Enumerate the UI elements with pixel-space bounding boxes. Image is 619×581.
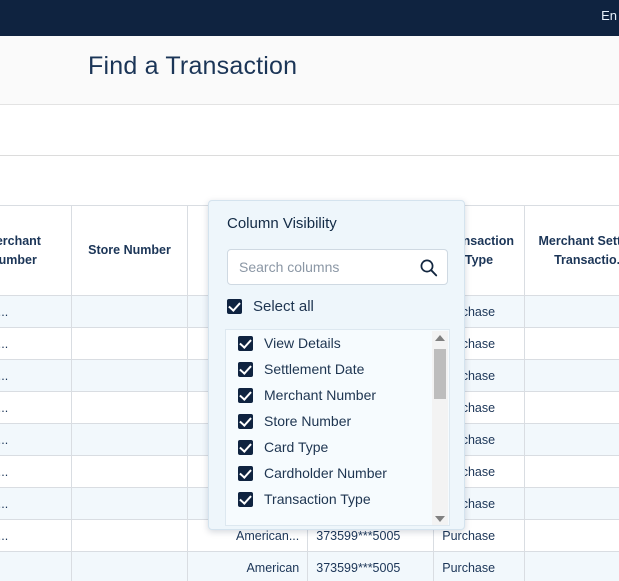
- column-visibility-item[interactable]: Cardholder Number: [238, 460, 449, 486]
- scroll-down-arrow-icon[interactable]: [432, 512, 448, 526]
- cell-store-number: [72, 392, 187, 424]
- cell-merchant-settled: 0.00: [524, 296, 619, 328]
- cell-merchant-number: 01009...: [0, 360, 72, 392]
- top-navigation-bar: En: [0, 0, 619, 36]
- search-columns-field[interactable]: [227, 249, 448, 285]
- cell-card-type: American: [187, 552, 308, 581]
- cell-merchant-number: 01009...: [0, 392, 72, 424]
- cell-merchant-settled: 0.00: [524, 392, 619, 424]
- cell-merchant-number: 01009...: [0, 424, 72, 456]
- column-visibility-label: View Details: [264, 335, 341, 351]
- cell-store-number: [72, 328, 187, 360]
- cell-store-number: [72, 360, 187, 392]
- column-visibility-item[interactable]: Card Type: [238, 434, 449, 460]
- cell-merchant-number: 01009...: [0, 520, 72, 552]
- column-visibility-label: Store Number: [264, 413, 351, 429]
- column-visibility-checkbox[interactable]: [238, 388, 253, 403]
- column-visibility-checkbox[interactable]: [238, 492, 253, 507]
- column-list-items: View Details Settlement Date Merchant Numb…: [226, 330, 449, 512]
- cell-cardholder-number: 373599***5005: [308, 552, 434, 581]
- cell-store-number: [72, 456, 187, 488]
- cell-merchant-number: 01009...: [0, 328, 72, 360]
- column-visibility-label: Cardholder Number: [264, 465, 387, 481]
- cell-transaction-type: Purchase: [434, 552, 524, 581]
- scrollbar-thumb[interactable]: [434, 349, 446, 399]
- column-visibility-item[interactable]: Merchant Number: [238, 382, 449, 408]
- app-root: En Find a Transaction Reset Table Filter: [0, 0, 619, 581]
- page-title-band: Find a Transaction: [0, 36, 619, 105]
- column-visibility-label: Transaction Type: [264, 491, 371, 507]
- column-visibility-item[interactable]: View Details: [238, 330, 449, 356]
- search-input[interactable]: [239, 250, 415, 284]
- column-header-merchant-settled[interactable]: Merchant Settled Transactio..: [524, 206, 619, 296]
- column-visibility-checkbox[interactable]: [238, 466, 253, 481]
- select-all-label: Select all: [253, 298, 314, 315]
- column-visibility-label: Merchant Number: [264, 387, 376, 403]
- page-title: Find a Transaction: [88, 52, 297, 81]
- table-toolbar: Reset Table Filter Table Filter: [0, 156, 619, 205]
- cell-merchant-number: 01009...: [0, 296, 72, 328]
- column-visibility-checkbox[interactable]: [238, 440, 253, 455]
- cell-merchant-settled: 0.00: [524, 520, 619, 552]
- cell-merchant-settled: 0.00: [524, 328, 619, 360]
- cell-merchant-settled: 0.00: [524, 360, 619, 392]
- column-visibility-item[interactable]: Settlement Date: [238, 356, 449, 382]
- column-visibility-checkbox[interactable]: [238, 362, 253, 377]
- scroll-up-arrow-icon[interactable]: [432, 331, 448, 345]
- cell-store-number: [72, 296, 187, 328]
- column-list[interactable]: View Details Settlement Date Merchant Numb…: [225, 329, 450, 526]
- cell-merchant-settled: 0.00: [524, 552, 619, 581]
- cell-merchant-settled: 0.00: [524, 424, 619, 456]
- column-visibility-item[interactable]: Transaction Type: [238, 486, 449, 512]
- cell-merchant-number: 01009...: [0, 456, 72, 488]
- cell-store-number: [72, 424, 187, 456]
- select-all-checkbox[interactable]: [227, 299, 242, 314]
- column-header-merchant-number[interactable]: Merchant Number: [0, 206, 72, 296]
- language-label[interactable]: En: [601, 8, 617, 24]
- search-icon[interactable]: [419, 258, 438, 277]
- cell-merchant-number: 01009: [0, 552, 72, 581]
- column-visibility-title: Column Visibility: [227, 215, 337, 232]
- table-row[interactable]: 01009 American373599***5005Purchase0.00: [0, 552, 619, 581]
- cell-merchant-settled: 0.00: [524, 456, 619, 488]
- column-visibility-label: Card Type: [264, 439, 328, 455]
- column-visibility-checkbox[interactable]: [238, 414, 253, 429]
- cell-store-number: [72, 520, 187, 552]
- column-header-store-number[interactable]: Store Number: [72, 206, 187, 296]
- select-all-row[interactable]: Select all: [227, 298, 314, 315]
- cell-merchant-settled: 0.00: [524, 488, 619, 520]
- column-visibility-checkbox[interactable]: [238, 336, 253, 351]
- column-visibility-label: Settlement Date: [264, 361, 364, 377]
- cell-store-number: [72, 552, 187, 581]
- column-visibility-item[interactable]: Store Number: [238, 408, 449, 434]
- content-gap: [0, 106, 619, 155]
- cell-merchant-number: 01009...: [0, 488, 72, 520]
- column-list-scrollbar[interactable]: [432, 331, 448, 526]
- cell-store-number: [72, 488, 187, 520]
- column-visibility-panel: Column Visibility Select all View Detail…: [208, 200, 465, 530]
